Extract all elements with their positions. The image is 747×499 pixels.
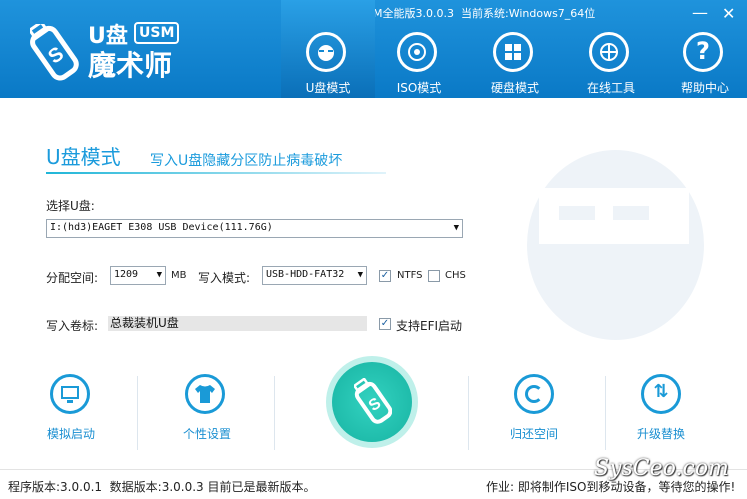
divider <box>137 376 138 450</box>
chs-label: CHS <box>445 270 466 281</box>
action-label: 升级替换 <box>636 427 685 441</box>
select-usb-label: 选择U盘: <box>46 199 95 213</box>
write-mode-select[interactable]: USB-HDD-FAT32 ▼ <box>262 266 367 285</box>
personalize-button[interactable]: 个性设置 <box>157 374 257 444</box>
reclaim-space-button[interactable]: 归还空间 <box>484 374 584 444</box>
tab-usb-mode[interactable]: U盘模式 <box>281 0 375 98</box>
tshirt-icon <box>185 374 225 414</box>
efi-checkbox[interactable]: ✓ <box>379 318 391 330</box>
tab-label: U盘模式 <box>305 81 351 95</box>
refresh-icon <box>514 374 554 414</box>
alloc-unit: MB <box>171 270 187 281</box>
write-mode-label: 写入模式: <box>198 271 251 285</box>
alloc-space-label: 分配空间: <box>46 271 99 285</box>
tab-help-center[interactable]: ? 帮助中心 <box>658 0 747 98</box>
simulate-boot-button[interactable]: 模拟启动 <box>20 374 120 444</box>
tab-label: 硬盘模式 <box>490 81 539 95</box>
page-title: U盘模式 <box>46 145 121 169</box>
upgrade-replace-button[interactable]: ⇅ 升级替换 <box>611 374 711 444</box>
usb-device-value: I:(hd3)EAGET E308 USB Device(111.76G) <box>50 222 273 233</box>
divider <box>274 376 275 450</box>
chs-checkbox[interactable] <box>428 270 440 282</box>
chevron-down-icon: ▼ <box>357 270 363 280</box>
swap-arrows-icon: ⇅ <box>641 374 681 414</box>
divider <box>605 376 606 450</box>
usb-face-icon <box>306 32 346 72</box>
chevron-down-icon: ▼ <box>453 223 459 233</box>
site-watermark: SysCeo.com <box>594 456 729 481</box>
alloc-space-select[interactable]: 1209 ▼ <box>110 266 166 285</box>
usm-logo-icon: S <box>30 24 79 81</box>
ntfs-label: NTFS <box>397 270 423 281</box>
page-subtitle: 写入U盘隐藏分区防止病毒破坏 <box>150 153 343 169</box>
logo-line2: 魔术师 <box>88 49 173 82</box>
volume-value: 总裁装机U盘 <box>110 316 179 330</box>
divider <box>468 376 469 450</box>
start-make-button[interactable]: S <box>326 356 418 448</box>
volume-input[interactable]: 总裁装机U盘 <box>108 316 367 331</box>
write-mode-value: USB-HDD-FAT32 <box>266 269 345 280</box>
action-label: 个性设置 <box>182 427 231 441</box>
action-label: 归还空间 <box>509 427 558 441</box>
volume-label: 写入卷标: <box>46 319 99 333</box>
status-version: 程序版本:3.0.0.1 数据版本:3.0.0.3 目前已是最新版本。 <box>8 480 316 494</box>
tab-iso-mode[interactable]: ISO模式 <box>372 0 466 98</box>
alloc-space-value: 1209 <box>114 269 139 280</box>
efi-label: 支持EFI启动 <box>396 319 463 333</box>
disc-icon <box>397 32 437 72</box>
usb-device-select[interactable]: I:(hd3)EAGET E308 USB Device(111.76G) ▼ <box>46 219 463 238</box>
ntfs-checkbox[interactable]: ✓ <box>379 270 391 282</box>
tab-label: ISO模式 <box>396 81 442 95</box>
title-divider <box>46 172 386 174</box>
tab-label: 在线工具 <box>586 81 635 95</box>
tab-disk-mode[interactable]: 硬盘模式 <box>468 0 562 98</box>
tab-label: 帮助中心 <box>680 81 729 95</box>
chevron-down-icon: ▼ <box>156 270 162 280</box>
help-icon: ? <box>683 32 723 72</box>
mascot-watermark-icon <box>527 150 704 340</box>
usm-start-icon: S <box>332 362 412 442</box>
globe-icon <box>589 32 629 72</box>
tab-online-tools[interactable]: 在线工具 <box>564 0 658 98</box>
action-label: 模拟启动 <box>46 427 95 441</box>
app-logo: S U盘 USM 魔术师 <box>30 16 190 86</box>
monitor-windows-icon <box>50 374 90 414</box>
windows-icon <box>493 32 533 72</box>
logo-badge: USM <box>134 22 180 44</box>
